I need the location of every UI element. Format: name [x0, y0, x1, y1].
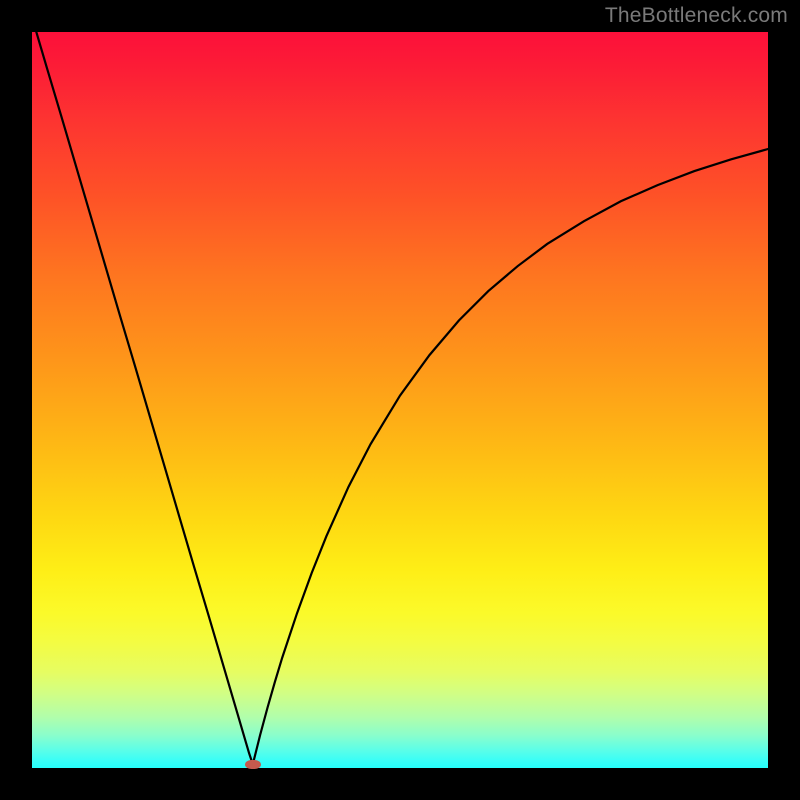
attribution-label: TheBottleneck.com: [605, 4, 788, 27]
chart-container: TheBottleneck.com: [0, 0, 800, 800]
curve-left: [32, 32, 253, 764]
plot-area: [32, 32, 768, 768]
curve-right: [253, 149, 768, 764]
curve-layer: [32, 32, 768, 768]
minimum-marker: [245, 760, 261, 770]
attribution-text: TheBottleneck.com: [605, 4, 788, 28]
